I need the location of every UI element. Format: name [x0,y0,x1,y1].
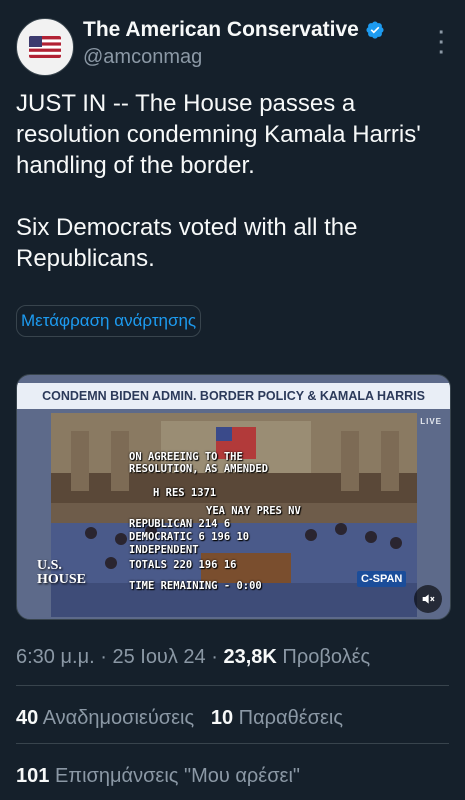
views-label: Προβολές [282,646,371,668]
quotes-link[interactable]: 10 Παραθέσεις [211,707,343,729]
quotes-label: Παραθέσεις [238,707,343,729]
tweet-paragraph: JUST IN -- The House passes a resolution… [16,90,421,179]
avatar[interactable] [16,18,74,76]
tweet-date[interactable]: 25 Ιουλ 24 [112,646,205,668]
vote-row: TOTALS 220 196 16 [129,559,237,571]
reposts-link[interactable]: 40 Αναδημοσιεύσεις [16,707,200,729]
tweet-header: The American Conservative @amconmag · · · [16,14,449,76]
divider [16,743,449,744]
author-display-name[interactable]: The American Conservative [83,18,359,42]
us-flag-avatar-icon [29,36,61,58]
likes-row: 101 Επισημάνσεις "Μου αρέσει" [16,765,300,788]
vote-header-row: YEA NAY PRES NV [206,505,301,517]
likes-label: Επισημάνσεις "Μου αρέσει" [54,765,301,787]
meta-separator: · [211,646,218,668]
quotes-count: 10 [210,707,234,729]
bill-number: H RES 1371 [153,487,217,499]
meta-separator: · [100,646,107,668]
vote-row: DEMOCRATIC 6 196 10 [129,531,250,543]
tweet-paragraph: Six Democrats voted with all the Republi… [16,214,358,272]
divider [16,685,449,686]
time-remaining: TIME REMAINING - 0:00 [129,580,262,592]
reposts-count: 40 [16,707,39,729]
views-count: 23,8K [223,646,277,668]
mute-icon [422,594,435,604]
live-indicator: LIVE [420,417,442,426]
vote-row: INDEPENDENT [129,544,199,556]
video-banner: CONDEMN BIDEN ADMIN. BORDER POLICY & KAM… [17,383,450,409]
us-house-logo-line: HOUSE [37,572,87,587]
likes-count: 101 [16,765,50,787]
mute-button[interactable] [414,585,442,613]
translate-post-button[interactable]: Μετάφραση ανάρτησης [16,305,202,337]
reposts-label: Αναδημοσιεύσεις [42,707,195,729]
video-player[interactable]: CONDEMN BIDEN ADMIN. BORDER POLICY & KAM… [16,374,451,620]
tweet-time[interactable]: 6:30 μ.μ. [16,646,95,668]
cspan-logo: C-SPAN [357,571,407,587]
us-house-logo: U.S. HOUSE [37,559,86,587]
more-options-icon[interactable]: · · · [438,23,445,63]
likes-link[interactable]: 101 Επισημάνσεις "Μου αρέσει" [16,765,300,787]
tweet-text: JUST IN -- The House passes a resolution… [16,88,451,274]
verified-badge-icon [366,21,384,39]
tweet-meta: 6:30 μ.μ. · 25 Ιουλ 24 · 23,8K Προβολές [16,646,370,669]
vote-row: REPUBLICAN 214 6 [129,518,231,530]
reposts-quotes-row: 40 Αναδημοσιεύσεις 10 Παραθέσεις [16,707,343,730]
vote-title: RESOLUTION, AS AMENDED [129,463,269,475]
us-house-logo-line: U.S. [37,558,62,573]
author-handle[interactable]: @amconmag [83,46,385,69]
author-display-name-row[interactable]: The American Conservative [83,18,385,42]
